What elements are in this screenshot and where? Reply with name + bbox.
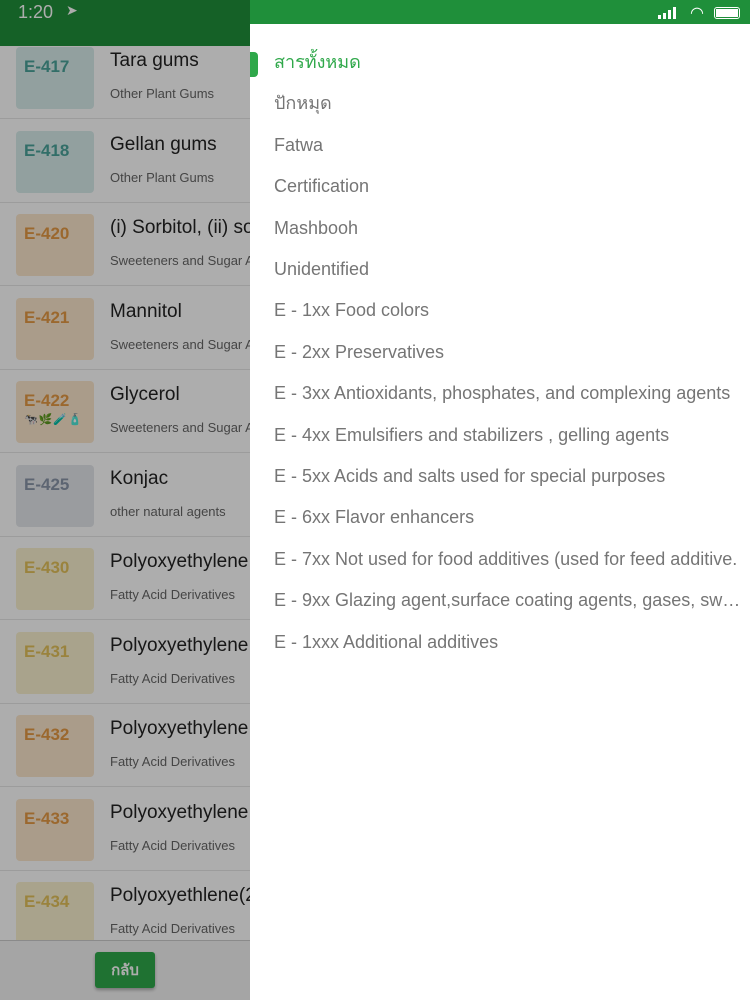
signal-icon	[658, 7, 676, 19]
drawer-menu-item[interactable]: E - 9xx Glazing agent,surface coating ag…	[274, 580, 744, 621]
drawer-menu-item[interactable]: E - 3xx Antioxidants, phosphates, and co…	[274, 373, 744, 414]
wifi-icon: ◠	[690, 3, 704, 22]
drawer-menu-item[interactable]: E - 4xx Emulsifiers and stabilizers , ge…	[274, 415, 744, 456]
drawer-menu-item[interactable]: E - 1xx Food colors	[274, 290, 744, 331]
drawer-menu-item[interactable]: E - 7xx Not used for food additives (use…	[274, 539, 744, 580]
drawer-menu-item[interactable]: สารทั้งหมด	[274, 42, 744, 83]
drawer-menu-item[interactable]: Mashbooh	[274, 208, 744, 249]
drawer-menu-item[interactable]: Certification	[274, 166, 744, 207]
drawer-menu-item[interactable]: Fatwa	[274, 125, 744, 166]
battery-icon	[714, 7, 740, 19]
drawer-scrim[interactable]	[0, 0, 250, 1000]
drawer-menu-item[interactable]: E - 2xx Preservatives	[274, 332, 744, 373]
active-indicator	[250, 52, 258, 77]
drawer-menu-item[interactable]: E - 1xxx Additional additives	[274, 622, 744, 663]
drawer-menu-item[interactable]: E - 5xx Acids and salts used for special…	[274, 456, 744, 497]
drawer-menu-item[interactable]: ปักหมุด	[274, 83, 744, 124]
drawer-menu-item[interactable]: Unidentified	[274, 249, 744, 290]
category-drawer: สารทั้งหมด ปักหมุด Fatwa Certification Mashb…	[250, 24, 750, 1000]
drawer-menu-item[interactable]: E - 6xx Flavor enhancers	[274, 497, 744, 538]
